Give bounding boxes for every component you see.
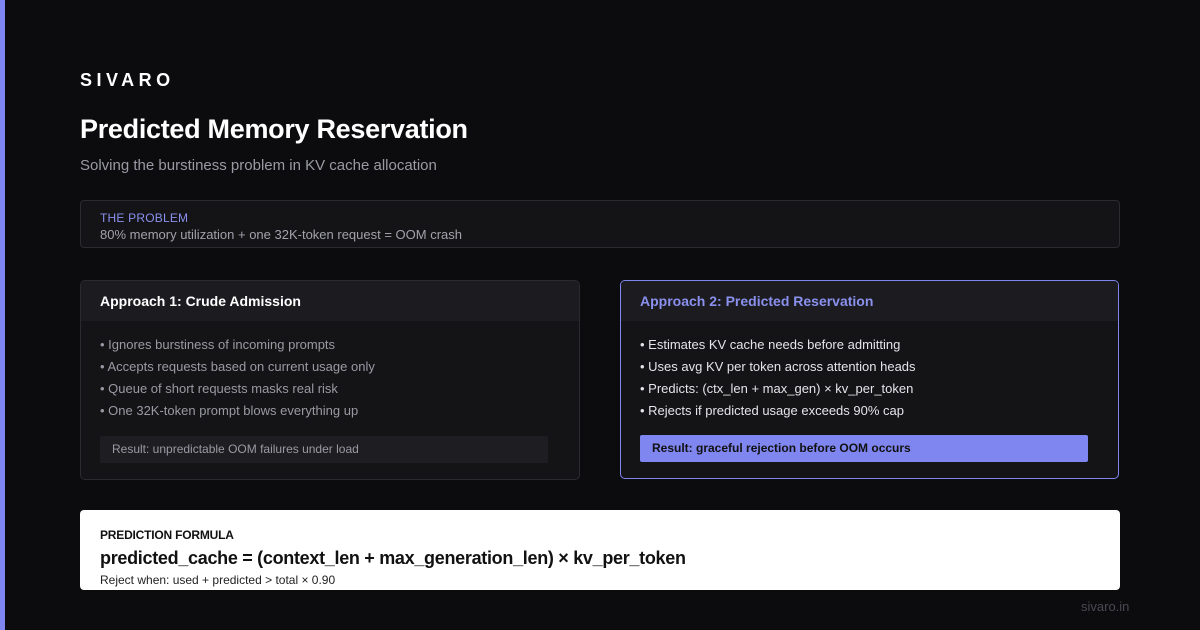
- approach-1-bullet: • One 32K-token prompt blows everything …: [100, 403, 359, 418]
- footer-url: sivaro.in: [1081, 599, 1130, 614]
- approach-1-header: Approach 1: Crude Admission: [81, 281, 579, 321]
- formula-text: predicted_cache = (context_len + max_gen…: [100, 548, 686, 568]
- approach-1-bullet: • Ignores burstiness of incoming prompts: [100, 337, 336, 352]
- approach-1-result: Result: unpredictable OOM failures under…: [100, 436, 548, 463]
- page-subtitle: Solving the burstiness problem in KV cac…: [80, 157, 437, 174]
- formula-label: PREDICTION FORMULA: [100, 528, 234, 542]
- approach-1-title: Approach 1: Crude Admission: [100, 293, 301, 309]
- approach-1-bullet: • Accepts requests based on current usag…: [100, 359, 375, 374]
- approach-2-bullet: • Estimates KV cache needs before admitt…: [640, 337, 901, 352]
- accent-bar: [0, 0, 5, 630]
- formula-panel: PREDICTION FORMULA predicted_cache = (co…: [80, 510, 1120, 590]
- approach-2-result: Result: graceful rejection before OOM oc…: [640, 435, 1088, 462]
- approach-2-card: Approach 2: Predicted Reservation • Esti…: [620, 280, 1119, 479]
- approach-2-bullet-list: • Estimates KV cache needs before admitt…: [640, 334, 916, 422]
- formula-note: Reject when: used + predicted > total × …: [100, 573, 336, 587]
- approach-1-card: Approach 1: Crude Admission • Ignores bu…: [80, 280, 580, 480]
- problem-callout: THE PROBLEM 80% memory utilization + one…: [80, 200, 1120, 248]
- approach-2-bullet: • Uses avg KV per token across attention…: [640, 359, 916, 374]
- page-title: Predicted Memory Reservation: [80, 114, 468, 144]
- approach-2-header: Approach 2: Predicted Reservation: [621, 281, 1118, 321]
- problem-label: THE PROBLEM: [100, 211, 189, 225]
- approach-2-bullet: • Rejects if predicted usage exceeds 90%…: [640, 403, 904, 418]
- approach-2-title: Approach 2: Predicted Reservation: [640, 293, 874, 309]
- brand-logo: SIVARO: [80, 70, 175, 90]
- problem-text: 80% memory utilization + one 32K-token r…: [100, 227, 463, 242]
- approach-1-bullet-list: • Ignores burstiness of incoming prompts…: [100, 334, 375, 422]
- approach-1-bullet: • Queue of short requests masks real ris…: [100, 381, 338, 396]
- approach-2-bullet: • Predicts: (ctx_len + max_gen) × kv_per…: [640, 381, 914, 396]
